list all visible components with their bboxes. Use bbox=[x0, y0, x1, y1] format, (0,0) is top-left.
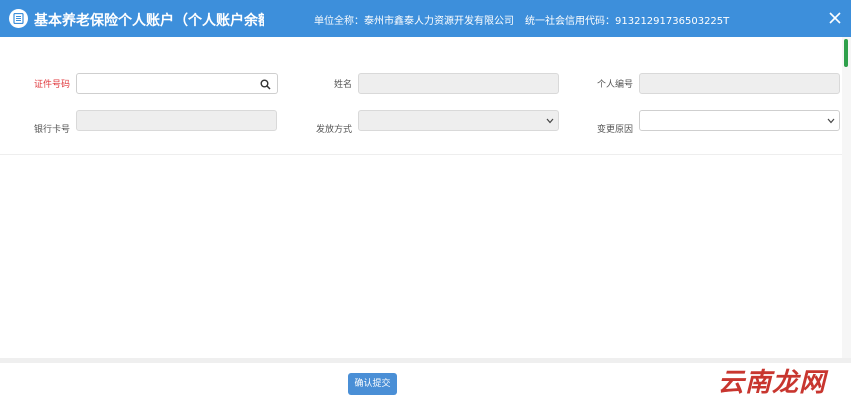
payout-method-select[interactable] bbox=[358, 110, 559, 131]
change-reason-label: 变更原因 bbox=[596, 125, 633, 135]
credit-code-value: 91321291736503225T bbox=[615, 16, 730, 27]
scrollbar-thumb[interactable] bbox=[844, 39, 848, 67]
chevron-down-icon bbox=[546, 118, 554, 124]
vertical-scrollbar[interactable] bbox=[842, 37, 851, 360]
dialog: 基本养老保险个人账户（个人账户余额... 单位全称：泰州市鑫泰人力资源开发有限公… bbox=[0, 0, 851, 405]
unit-value: 泰州市鑫泰人力资源开发有限公司 bbox=[364, 16, 514, 27]
payout-method-label: 发放方式 bbox=[315, 125, 352, 135]
credit-code-info: 统一社会信用代码：91321291736503225T bbox=[525, 12, 729, 27]
unit-label: 单位全称： bbox=[314, 16, 364, 27]
dialog-title: 基本养老保险个人账户（个人账户余额... bbox=[34, 13, 264, 29]
personal-no-label: 个人编号 bbox=[596, 80, 633, 90]
id-number-label: 证件号码 bbox=[33, 80, 70, 90]
bank-card-field[interactable] bbox=[76, 110, 277, 131]
personal-no-field[interactable] bbox=[639, 73, 840, 94]
name-field[interactable] bbox=[358, 73, 559, 94]
search-icon bbox=[260, 79, 271, 90]
close-icon[interactable] bbox=[826, 9, 844, 27]
bank-card-label: 银行卡号 bbox=[33, 125, 70, 135]
confirm-submit-button[interactable]: 确认提交 bbox=[348, 373, 397, 395]
document-icon bbox=[9, 9, 28, 28]
name-label: 姓名 bbox=[333, 80, 352, 90]
id-number-input[interactable] bbox=[76, 73, 254, 94]
chevron-down-icon bbox=[827, 118, 835, 124]
watermark-logo: 云南龙网 bbox=[718, 368, 827, 398]
credit-code-label: 统一社会信用代码： bbox=[525, 16, 615, 27]
search-button[interactable] bbox=[253, 73, 278, 94]
change-reason-select[interactable] bbox=[639, 110, 840, 131]
dialog-header: 基本养老保险个人账户（个人账户余额... 单位全称：泰州市鑫泰人力资源开发有限公… bbox=[0, 0, 851, 37]
account-form: 证件号码 姓名 个人编号 银行卡号 发放方式 变更原因 bbox=[0, 37, 842, 155]
unit-info: 单位全称：泰州市鑫泰人力资源开发有限公司 bbox=[314, 12, 514, 27]
